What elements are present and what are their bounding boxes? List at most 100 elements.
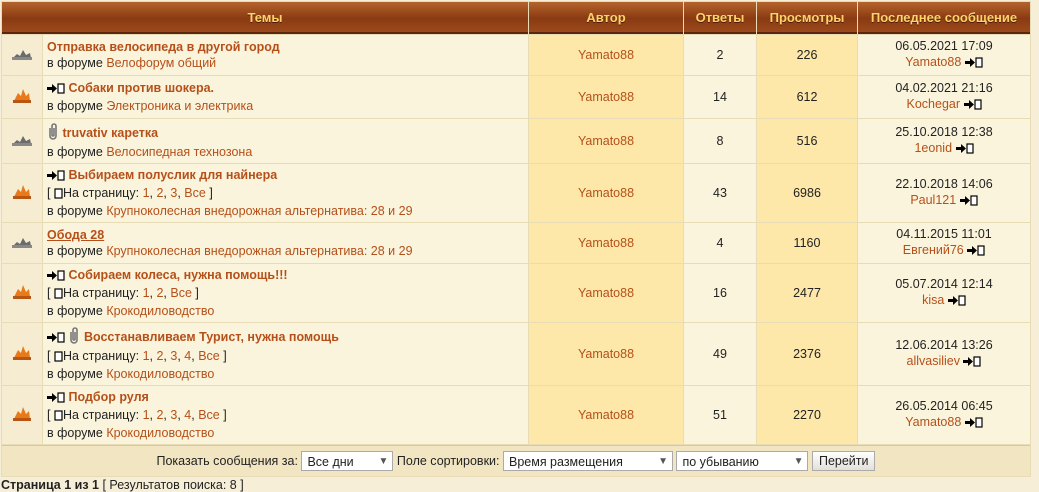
new-post-icon[interactable] (47, 331, 65, 347)
show-posts-label: Показать сообщения за: (156, 454, 298, 468)
author-link[interactable]: Yamato88 (578, 236, 634, 250)
topic-title-link[interactable]: truvativ каретка (62, 126, 158, 140)
header-last-post[interactable]: Последнее сообщение (858, 2, 1030, 34)
topic-cell: Подбор руля [ На страницу: 1, 2, 3, 4, В… (43, 386, 528, 444)
last-post-user[interactable]: 1eonid (914, 141, 952, 155)
forum-link[interactable]: Крокодиловодство (106, 426, 214, 440)
topic-hot-icon (2, 264, 42, 322)
new-post-icon[interactable] (47, 269, 65, 285)
forum-link[interactable]: Электроника и электрика (106, 99, 253, 113)
forum-link[interactable]: Велосипедная технозона (106, 145, 252, 159)
goto-last-post-icon[interactable] (955, 142, 974, 158)
page-link-all[interactable]: Все (198, 349, 220, 363)
attachment-icon (68, 326, 80, 348)
last-post-user[interactable]: allvasiliev (907, 354, 961, 368)
page-link-all[interactable]: Все (170, 286, 192, 300)
sort-field-select[interactable]: Время размещения ▼ (502, 451, 673, 471)
results-count-text: [ Результатов поиска: 8 ] (102, 478, 244, 492)
author-link[interactable]: Yamato88 (578, 134, 634, 148)
last-post-cell: 26.05.2014 06:45 Yamato88 (858, 386, 1030, 444)
author-link[interactable]: Yamato88 (578, 48, 634, 62)
forum-link[interactable]: Крокодиловодство (106, 304, 214, 318)
page-link[interactable]: 2 (156, 408, 163, 422)
page-link[interactable]: 3 (170, 186, 177, 200)
forum-prefix: в форуме (47, 99, 103, 113)
topic-title-link[interactable]: Обода 28 (47, 228, 104, 242)
topic-title-link[interactable]: Восстанавливаем Турист, нужна помощь (84, 330, 339, 344)
replies-count: 14 (684, 76, 756, 118)
forum-link[interactable]: Велофорум общий (106, 56, 216, 70)
page-link[interactable]: 4 (184, 408, 191, 422)
header-topics[interactable]: Темы (2, 2, 528, 34)
chevron-down-icon: ▼ (793, 456, 804, 467)
page-link[interactable]: 1 (143, 286, 150, 300)
last-post-user[interactable]: Евгений76 (903, 243, 964, 257)
author-link[interactable]: Yamato88 (578, 408, 634, 422)
forum-prefix: в форуме (47, 426, 103, 440)
goto-last-post-icon[interactable] (964, 416, 983, 432)
header-replies[interactable]: Ответы (684, 2, 756, 34)
page-link-all[interactable]: Все (184, 186, 206, 200)
topic-cell: Восстанавливаем Турист, нужна помощь [ Н… (43, 323, 528, 385)
views-count: 516 (757, 119, 857, 163)
forum-prefix: в форуме (47, 244, 103, 258)
page-link[interactable]: 1 (143, 186, 150, 200)
days-select[interactable]: Все дни ▼ (301, 451, 394, 471)
sort-order-value: по убыванию (682, 455, 759, 469)
page-link[interactable]: 4 (184, 349, 191, 363)
topic-title-link[interactable]: Собираем колеса, нужна помощь!!! (68, 268, 287, 282)
new-post-icon[interactable] (47, 82, 65, 98)
new-post-icon[interactable] (47, 169, 65, 185)
views-count: 1160 (757, 223, 857, 263)
last-post-user[interactable]: Yamato88 (905, 55, 961, 69)
display-options-row: Показать сообщения за: Все дни ▼ Поле сор… (2, 445, 1030, 476)
page-link[interactable]: 1 (143, 408, 150, 422)
go-button[interactable]: Перейти (811, 451, 876, 471)
table-row: Собаки против шокера. в форуме Электрони… (2, 76, 1030, 118)
forum-prefix: в форуме (47, 56, 103, 70)
table-row: Собираем колеса, нужна помощь!!! [ На ст… (2, 264, 1030, 322)
new-post-icon[interactable] (47, 391, 65, 407)
replies-count: 16 (684, 264, 756, 322)
replies-count: 49 (684, 323, 756, 385)
topic-title-link[interactable]: Подбор руля (68, 390, 148, 404)
goto-last-post-icon[interactable] (947, 294, 966, 310)
table-header-row: Темы Автор Ответы Просмотры Последнее со… (2, 2, 1030, 34)
last-post-user[interactable]: Kochegar (907, 97, 961, 111)
page-link-all[interactable]: Все (198, 408, 220, 422)
author-link[interactable]: Yamato88 (578, 186, 634, 200)
author-link[interactable]: Yamato88 (578, 347, 634, 361)
forum-link[interactable]: Крупноколесная внедорожная альтернатива:… (106, 204, 412, 218)
page-link[interactable]: 2 (156, 186, 163, 200)
author-link[interactable]: Yamato88 (578, 286, 634, 300)
goto-last-post-icon[interactable] (964, 56, 983, 72)
chevron-down-icon: ▼ (658, 456, 668, 467)
last-post-cell: 25.10.2018 12:38 1eonid (858, 119, 1030, 163)
table-row: truvativ каретка в форуме Велосипедная т… (2, 119, 1030, 163)
topic-title-link[interactable]: Собаки против шокера. (68, 81, 214, 95)
pagination-open: [ (47, 408, 51, 422)
sort-order-select[interactable]: по убыванию ▼ (676, 451, 809, 471)
last-post-user[interactable]: Paul121 (910, 193, 956, 207)
topic-title-link[interactable]: Отправка велосипеда в другой город (47, 40, 280, 54)
page-link[interactable]: 2 (156, 286, 163, 300)
last-post-user[interactable]: Yamato88 (905, 415, 961, 429)
forum-link[interactable]: Крупноколесная внедорожная альтернатива:… (106, 244, 412, 258)
topic-title-link[interactable]: Выбираем полуслик для найнера (68, 168, 277, 182)
author-link[interactable]: Yamato88 (578, 90, 634, 104)
page-link[interactable]: 1 (143, 349, 150, 363)
forum-link[interactable]: Крокодиловодство (106, 367, 214, 381)
goto-last-post-icon[interactable] (967, 244, 985, 260)
page-link[interactable]: 3 (170, 349, 177, 363)
last-post-user[interactable]: kisa (922, 293, 944, 307)
topic-cell: Собираем колеса, нужна помощь!!! [ На ст… (43, 264, 528, 322)
page-link[interactable]: 3 (170, 408, 177, 422)
header-author[interactable]: Автор (529, 2, 683, 34)
last-post-cell: 06.05.2021 17:09 Yamato88 (858, 35, 1030, 75)
header-views[interactable]: Просмотры (757, 2, 857, 34)
forum-prefix: в форуме (47, 145, 103, 159)
goto-last-post-icon[interactable] (959, 194, 978, 210)
goto-last-post-icon[interactable] (963, 355, 982, 371)
goto-last-post-icon[interactable] (963, 98, 982, 114)
page-link[interactable]: 2 (156, 349, 163, 363)
